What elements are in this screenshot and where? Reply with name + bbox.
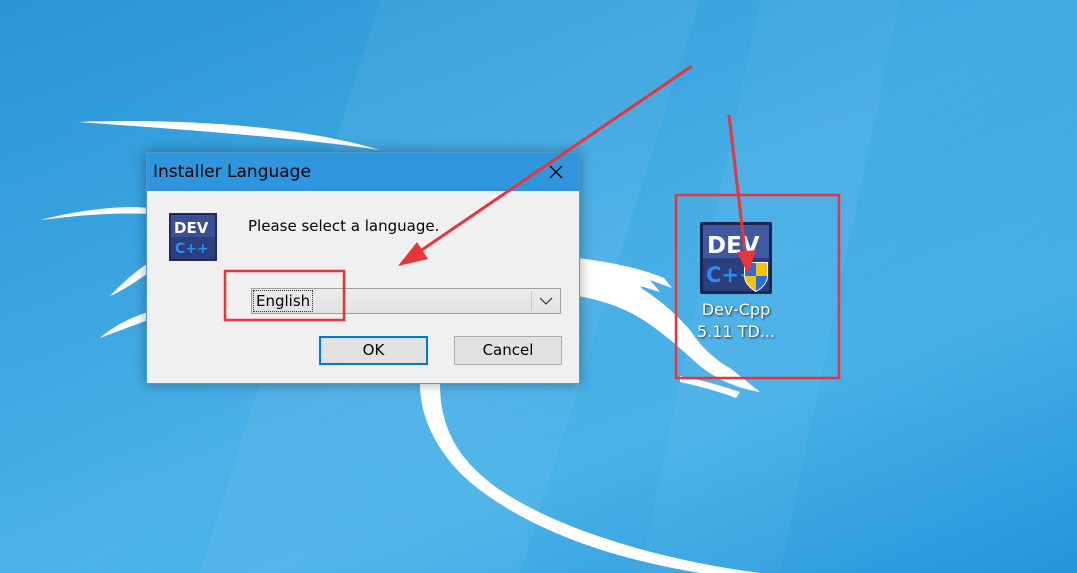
desktop: Installer Language DEV C++ Please select… (0, 0, 1077, 573)
svg-text:DEV: DEV (707, 233, 760, 259)
dev-cpp-desktop-icon[interactable]: DEV C++ Dev-Cpp 5.11 TD... (690, 222, 782, 350)
chevron-down-icon[interactable] (538, 294, 554, 308)
ok-button[interactable]: OK (319, 336, 428, 365)
cancel-button[interactable]: Cancel (454, 336, 562, 365)
dialog-body: DEV C++ Please select a language. Englis… (147, 191, 579, 383)
desktop-icon-label-line1: Dev-Cpp (701, 300, 771, 319)
svg-text:DEV: DEV (174, 219, 209, 237)
language-select[interactable]: English (251, 288, 561, 314)
installer-language-dialog: Installer Language DEV C++ Please select… (146, 152, 580, 384)
select-divider (531, 291, 532, 311)
svg-text:C++: C++ (175, 241, 209, 257)
dialog-title: Installer Language (153, 162, 311, 182)
dev-cpp-icon: DEV C++ (169, 213, 217, 261)
desktop-icon-label-line2: 5.11 TD... (696, 322, 776, 341)
close-button[interactable] (533, 153, 579, 191)
close-icon (549, 165, 563, 179)
desktop-icon-label: Dev-Cpp 5.11 TD... (690, 299, 782, 343)
dialog-titlebar[interactable]: Installer Language (147, 153, 579, 191)
language-prompt: Please select a language. (248, 217, 440, 235)
dev-cpp-installer-icon: DEV C++ (700, 222, 772, 294)
language-select-value: English (252, 290, 314, 312)
